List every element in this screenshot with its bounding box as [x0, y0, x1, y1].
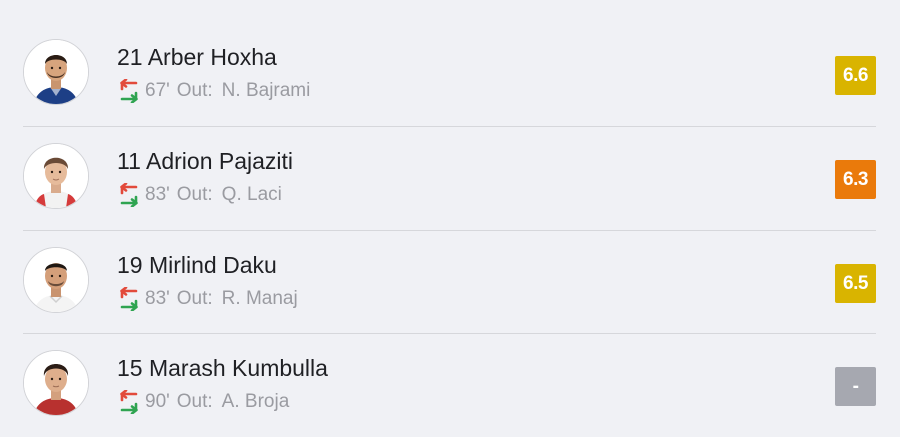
player-avatar — [23, 39, 89, 105]
player-avatar — [23, 247, 89, 313]
substitution-minute: 83' — [145, 288, 170, 309]
substitution-arrows-icon — [120, 390, 138, 414]
rating-badge: - — [835, 367, 876, 406]
substitution-info: 83' Out: R. Manaj — [117, 287, 298, 311]
player-name: 15 Marash Kumbulla — [117, 355, 328, 381]
out-label: Out: — [176, 288, 213, 309]
out-player-name: R. Manaj — [221, 288, 298, 309]
substitutes-list: 21 Arber Hoxha 67' Out: N. Bajrami 6.6 1… — [0, 0, 900, 434]
rating-badge: 6.6 — [835, 56, 876, 95]
player-row[interactable]: 11 Adrion Pajaziti 83' Out: Q. Laci 6.3 — [0, 126, 900, 231]
out-label: Out: — [176, 184, 213, 205]
out-label: Out: — [176, 80, 213, 101]
out-label: Out: — [176, 391, 213, 412]
rating-badge: 6.3 — [835, 160, 876, 199]
player-name: 11 Adrion Pajaziti — [117, 148, 294, 174]
substitution-info: 83' Out: Q. Laci — [117, 183, 282, 207]
player-name: 21 Arber Hoxha — [117, 44, 277, 70]
player-row[interactable]: 15 Marash Kumbulla 90' Out: A. Broja - — [0, 333, 900, 437]
out-player-name: A. Broja — [221, 391, 290, 412]
substitution-info: 90' Out: A. Broja — [117, 390, 289, 414]
substitution-arrows-icon — [120, 183, 138, 207]
substitution-info: 67' Out: N. Bajrami — [117, 79, 310, 103]
substitution-minute: 67' — [145, 80, 170, 101]
substitution-minute: 83' — [145, 184, 170, 205]
player-avatar — [23, 143, 89, 209]
substitution-arrows-icon — [120, 287, 138, 311]
out-player-name: Q. Laci — [221, 184, 282, 205]
substitution-arrows-icon — [120, 79, 138, 103]
player-row[interactable]: 21 Arber Hoxha 67' Out: N. Bajrami 6.6 — [0, 22, 900, 127]
substitution-minute: 90' — [145, 391, 170, 412]
out-player-name: N. Bajrami — [221, 80, 311, 101]
player-row[interactable]: 19 Mirlind Daku 83' Out: R. Manaj 6.5 — [0, 230, 900, 334]
player-avatar — [23, 350, 89, 416]
player-name: 19 Mirlind Daku — [117, 252, 277, 278]
rating-badge: 6.5 — [835, 264, 876, 303]
